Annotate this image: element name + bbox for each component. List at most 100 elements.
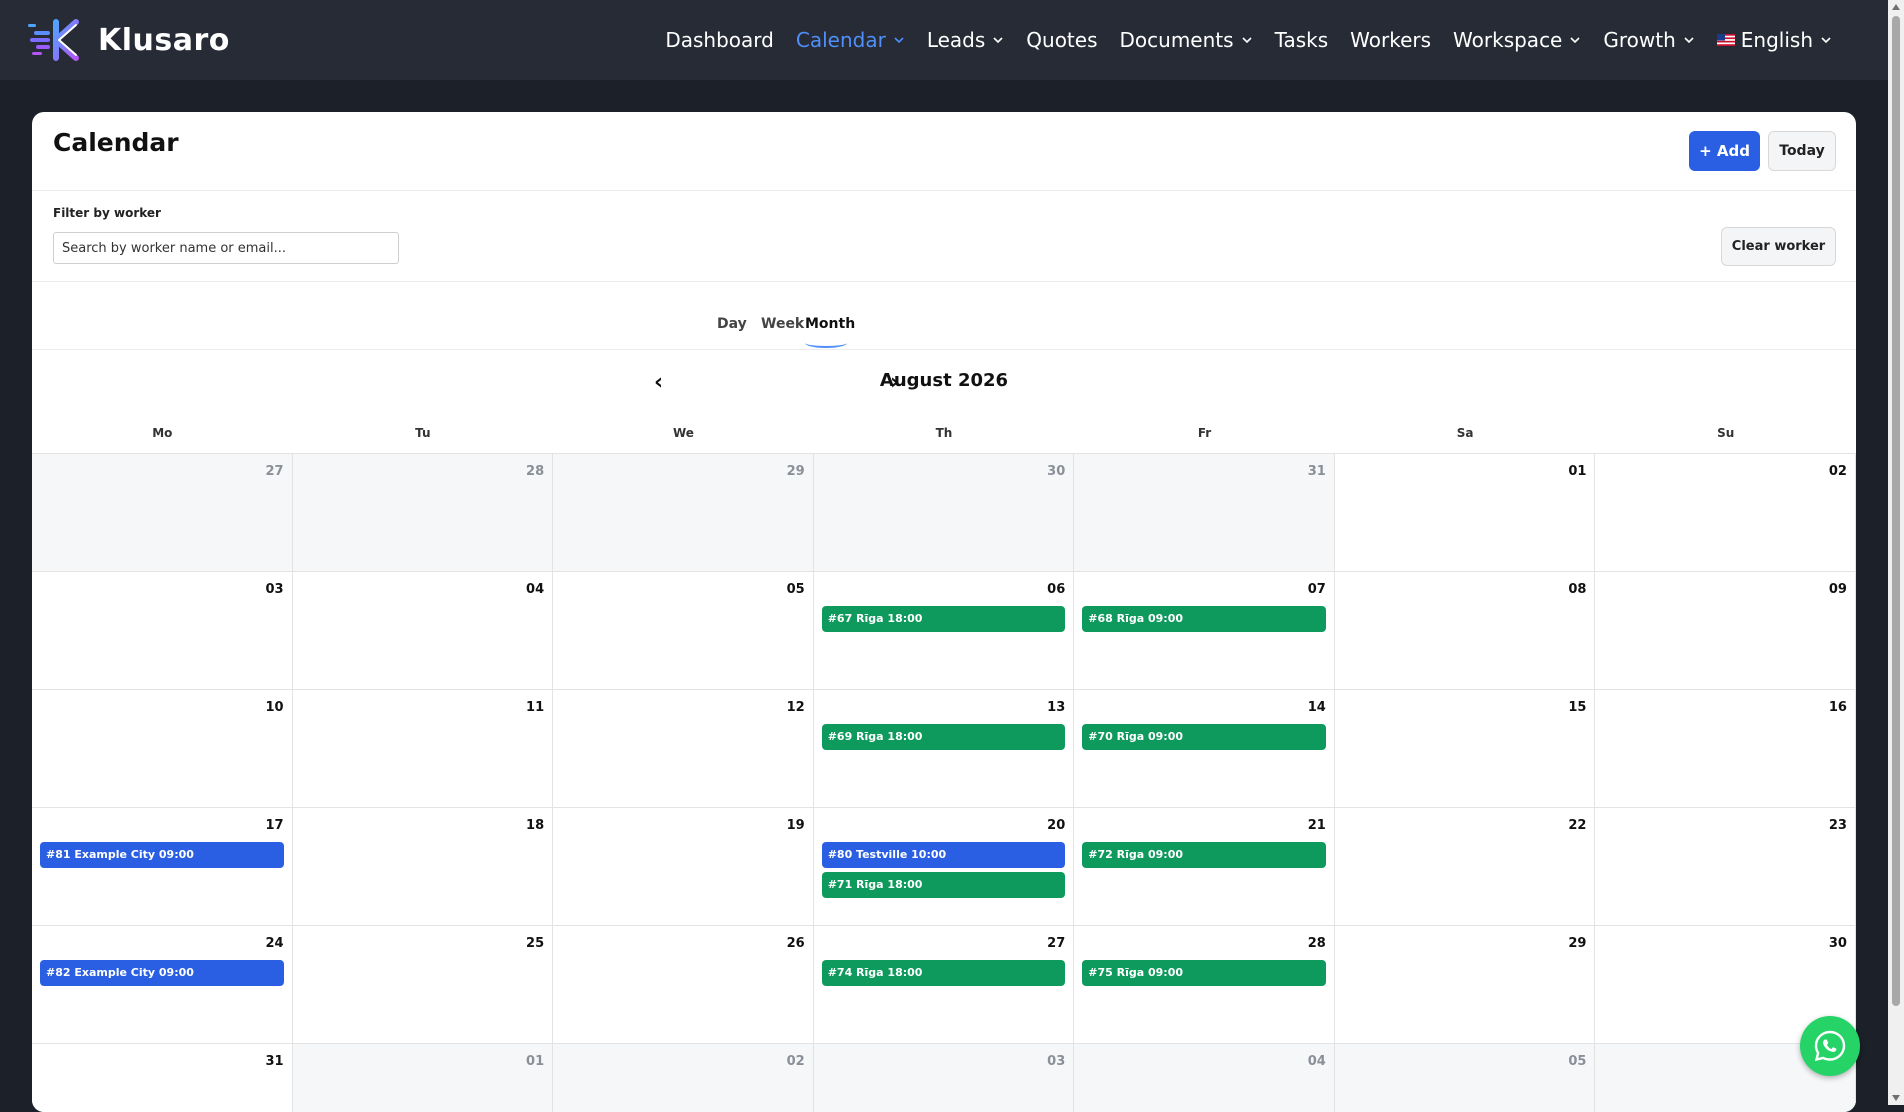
language-selector[interactable]: English (1716, 28, 1832, 52)
day-cell[interactable]: 21 #72 Rīga 09:00 (1074, 807, 1335, 925)
calendar-event[interactable]: #71 Rīga 18:00 (821, 872, 1066, 898)
nav-item-dashboard[interactable]: Dashboard (665, 28, 774, 52)
day-number: 20 (1047, 818, 1066, 833)
day-cell[interactable]: 16 (1595, 689, 1856, 807)
day-cell[interactable]: 29 (1334, 925, 1596, 1043)
calendar-event[interactable]: #81 Example City 09:00 (40, 842, 284, 868)
nav-item-workers[interactable]: Workers (1350, 28, 1431, 52)
day-cell[interactable]: 14 #70 Rīga 09:00 (1074, 689, 1335, 807)
day-cell[interactable]: 26 (553, 925, 814, 1043)
day-number: 05 (786, 582, 805, 597)
calendar-event[interactable]: #67 Rīga 18:00 (821, 606, 1066, 632)
day-number: 18 (526, 818, 545, 833)
day-cell[interactable]: 17 #81 Example City 09:00 (32, 807, 293, 925)
day-cell[interactable]: 24 #82 Example City 09:00 (32, 925, 293, 1043)
day-cell[interactable]: 31 (32, 1043, 293, 1112)
day-cell[interactable]: 02 (553, 1043, 814, 1112)
calendar-event[interactable]: #68 Rīga 09:00 (1082, 606, 1326, 632)
calendar-event[interactable]: #72 Rīga 09:00 (1082, 842, 1326, 868)
day-cell[interactable]: 07 #68 Rīga 09:00 (1074, 571, 1335, 689)
month-navigation: ‹ August 2026 › (32, 350, 1856, 400)
day-cell[interactable]: 01 (1334, 453, 1596, 571)
day-number: 25 (526, 936, 545, 951)
day-number: 14 (1307, 700, 1326, 715)
day-number: 30 (1047, 464, 1066, 479)
tab-day[interactable]: Day (717, 316, 747, 332)
day-cell[interactable]: 01 (292, 1043, 554, 1112)
day-cell[interactable]: 20 #80 Testville 10:00 #71 Rīga 18:00 (813, 807, 1075, 925)
day-number: 11 (526, 700, 545, 715)
nav-item-calendar[interactable]: Calendar (796, 28, 905, 52)
day-cell[interactable]: 27 (32, 453, 293, 571)
day-cell[interactable]: 28 #75 Rīga 09:00 (1074, 925, 1335, 1043)
day-cell[interactable]: 18 (292, 807, 554, 925)
page-title: Calendar (53, 128, 179, 157)
day-cell[interactable]: 05 (553, 571, 814, 689)
day-number: 12 (786, 700, 805, 715)
next-month-icon[interactable]: › (890, 370, 899, 395)
day-number: 01 (526, 1054, 545, 1069)
nav-item-growth[interactable]: Growth (1603, 28, 1694, 52)
today-button[interactable]: Today (1768, 131, 1836, 171)
scroll-down-icon[interactable] (1892, 1095, 1900, 1101)
nav-item-workspace[interactable]: Workspace (1453, 28, 1581, 52)
nav-item-leads[interactable]: Leads (927, 28, 1004, 52)
nav-item-quotes[interactable]: Quotes (1026, 28, 1097, 52)
calendar-event[interactable]: #82 Example City 09:00 (40, 960, 284, 986)
scroll-up-icon[interactable] (1892, 4, 1900, 10)
chevron-down-icon (993, 37, 1003, 44)
us-flag-icon (1716, 34, 1735, 46)
day-cell[interactable]: 06 #67 Rīga 18:00 (813, 571, 1075, 689)
day-cell[interactable]: 02 (1595, 453, 1856, 571)
weekday-label: Su (1717, 426, 1735, 440)
view-tabs: Day Week Month (32, 281, 1856, 350)
day-cell[interactable]: 29 (553, 453, 814, 571)
day-cell[interactable]: 27 #74 Rīga 18:00 (813, 925, 1075, 1043)
day-cell[interactable]: 23 (1595, 807, 1856, 925)
day-cell[interactable]: 15 (1334, 689, 1596, 807)
day-number: 10 (265, 700, 284, 715)
day-cell[interactable]: 22 (1334, 807, 1596, 925)
calendar-event[interactable]: #70 Rīga 09:00 (1082, 724, 1326, 750)
brand-logo[interactable]: Klusaro (26, 18, 230, 62)
calendar-event[interactable]: #69 Rīga 18:00 (821, 724, 1066, 750)
day-cell[interactable]: 28 (292, 453, 554, 571)
day-cell[interactable]: 12 (553, 689, 814, 807)
weekday-label: Sa (1456, 426, 1474, 440)
day-cell[interactable]: 11 (292, 689, 554, 807)
day-cell[interactable]: 04 (1074, 1043, 1335, 1112)
calendar-event[interactable]: #74 Rīga 18:00 (821, 960, 1066, 986)
day-cell[interactable]: 13 #69 Rīga 18:00 (813, 689, 1075, 807)
day-cell[interactable]: 03 (32, 571, 293, 689)
day-cell[interactable]: 31 (1074, 453, 1335, 571)
day-cell[interactable]: 05 (1334, 1043, 1596, 1112)
day-number: 22 (1568, 818, 1587, 833)
day-cell[interactable]: 03 (813, 1043, 1075, 1112)
scrollbar-thumb[interactable] (1892, 16, 1900, 1006)
day-number: 30 (1828, 936, 1847, 951)
day-cell[interactable]: 08 (1334, 571, 1596, 689)
page-scrollbar[interactable] (1888, 0, 1904, 1105)
nav-item-tasks[interactable]: Tasks (1275, 28, 1329, 52)
tab-week[interactable]: Week (761, 316, 804, 332)
day-cell[interactable]: 09 (1595, 571, 1856, 689)
day-number: 31 (265, 1054, 284, 1069)
nav-item-label: Documents (1119, 28, 1234, 52)
calendar-event[interactable]: #80 Testville 10:00 (821, 842, 1066, 868)
day-number: 03 (265, 582, 284, 597)
clear-worker-button[interactable]: Clear worker (1721, 227, 1836, 266)
tab-month[interactable]: Month (805, 316, 855, 332)
worker-search-input[interactable] (53, 232, 399, 264)
day-cell[interactable]: 10 (32, 689, 293, 807)
whatsapp-chat-button[interactable] (1800, 1016, 1860, 1076)
chevron-down-icon (1570, 37, 1580, 44)
day-cell[interactable]: 30 (813, 453, 1075, 571)
day-cell[interactable]: 19 (553, 807, 814, 925)
add-button[interactable]: + Add (1689, 131, 1760, 171)
calendar-event[interactable]: #75 Rīga 09:00 (1082, 960, 1326, 986)
weekday-label: Tu (415, 426, 431, 440)
day-cell[interactable]: 25 (292, 925, 554, 1043)
nav-item-documents[interactable]: Documents (1120, 28, 1253, 52)
day-cell[interactable]: 04 (292, 571, 554, 689)
day-number: 09 (1828, 582, 1847, 597)
